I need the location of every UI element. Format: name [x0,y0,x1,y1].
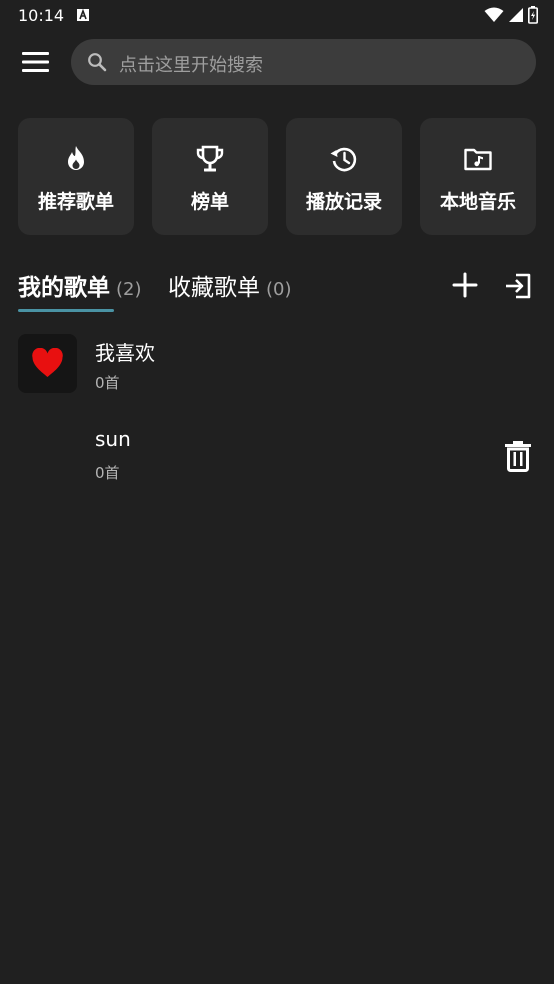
tile-label: 榜单 [190,191,229,213]
add-playlist-button[interactable] [451,271,479,299]
playlist-title: sun [95,427,131,451]
history-icon [330,147,357,172]
play-history-button[interactable]: 播放记录 [286,118,402,235]
playlist-cover [18,334,77,393]
heart-icon [32,348,63,377]
tab-count: (2) [116,279,142,300]
recommended-playlists-button[interactable]: 推荐歌单 [18,118,134,235]
playlist-item-sun[interactable]: sun 0首 [0,424,554,504]
search-bar[interactable]: 点击这里开始搜索 [71,39,536,85]
music-folder-icon [464,148,492,171]
trophy-icon [196,145,224,172]
status-icons [484,6,538,24]
search-placeholder: 点击这里开始搜索 [119,55,263,76]
status-bar: 10:14 [0,0,554,30]
battery-icon [528,6,538,24]
signal-icon [509,8,523,22]
playlist-item-favorites[interactable]: 我喜欢 0首 [0,334,554,414]
notification-a-icon [77,9,89,21]
search-icon [88,53,107,72]
playlist-song-count: 0首 [95,464,120,482]
tile-label: 播放记录 [305,191,382,213]
tab-my-playlists[interactable]: 我的歌单 (2) [18,268,142,302]
menu-icon[interactable] [20,50,52,74]
status-time: 10:14 [18,6,65,25]
local-music-button[interactable]: 本地音乐 [420,118,536,235]
playlist-song-count: 0首 [95,374,120,392]
fire-icon [68,146,84,170]
wifi-icon [484,7,504,22]
playlist-title: 我喜欢 [95,341,155,365]
tile-label: 本地音乐 [439,191,516,213]
tab-label: 我的歌单 [18,275,110,301]
tab-label: 收藏歌单 [168,275,260,301]
charts-button[interactable]: 榜单 [152,118,268,235]
tab-collected-playlists[interactable]: 收藏歌单 (0) [168,268,292,302]
import-playlist-button[interactable] [503,271,533,301]
tab-count: (0) [266,279,292,300]
tile-label: 推荐歌单 [37,191,114,213]
delete-icon[interactable] [503,440,533,472]
active-tab-indicator [18,309,114,312]
